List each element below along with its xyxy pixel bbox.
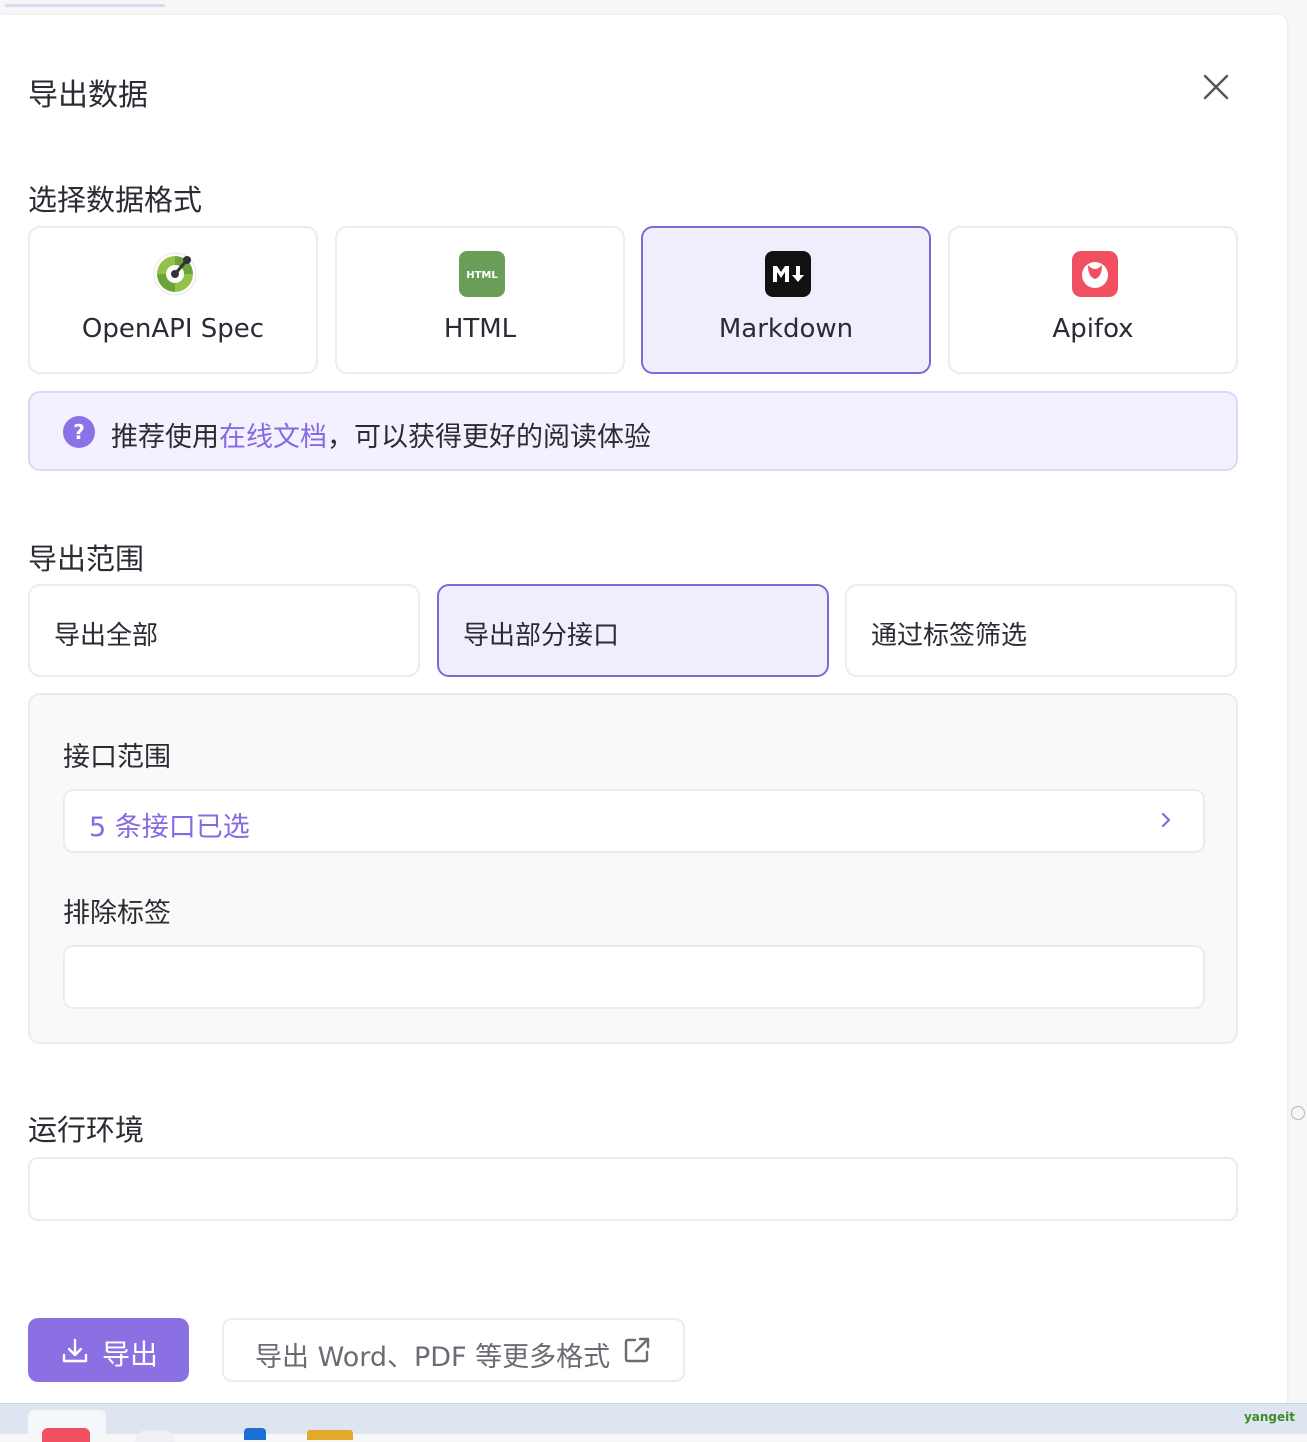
format-section-label: 选择数据格式 — [28, 183, 203, 217]
tip-suffix: ，可以获得更好的阅读体验 — [327, 422, 651, 453]
env-select[interactable] — [28, 1157, 1238, 1221]
export-button-label: 导出 — [102, 1338, 159, 1371]
format-option-label: OpenAPI Spec — [81, 314, 265, 344]
range-option-all[interactable]: 导出全部 — [28, 584, 420, 677]
interface-range-label: 接口范围 — [63, 742, 171, 773]
tip-text: 推荐使用在线文档，可以获得更好的阅读体验 — [111, 415, 651, 454]
top-progress-line — [5, 4, 165, 7]
browser-taskbar-icon — [135, 1430, 175, 1442]
range-option-partial[interactable]: 导出部分接口 — [437, 584, 829, 677]
svg-text:HTML: HTML — [466, 270, 498, 281]
folder-taskbar-icon — [307, 1430, 353, 1440]
format-option-label: HTML — [443, 314, 517, 344]
interface-range-value: 5 条接口已选 — [89, 812, 250, 843]
openapi-icon — [153, 252, 197, 296]
html-icon: HTML — [459, 251, 505, 297]
exclude-tags-input[interactable] — [63, 945, 1205, 1009]
export-more-formats-button[interactable]: 导出 Word、PDF 等更多格式 — [222, 1318, 685, 1382]
format-option-apifox[interactable]: Apifox — [948, 226, 1238, 374]
range-option-label: 导出部分接口 — [463, 621, 620, 651]
apifox-taskbar-icon — [42, 1428, 90, 1442]
taskbar-brand: yangeit — [1243, 1410, 1295, 1424]
taskbar: yangeit — [0, 1403, 1307, 1442]
range-option-label: 通过标签筛选 — [871, 621, 1028, 651]
circle-icon[interactable] — [1291, 1106, 1305, 1120]
close-icon[interactable] — [1199, 70, 1233, 104]
format-option-openapi[interactable]: OpenAPI Spec — [28, 226, 318, 374]
download-icon — [62, 1338, 88, 1363]
more-formats-label: 导出 Word、PDF 等更多格式 — [255, 1342, 611, 1373]
env-section-label: 运行环境 — [28, 1113, 145, 1147]
markdown-icon — [765, 251, 811, 297]
format-option-label: Apifox — [1052, 314, 1134, 344]
dialog-title: 导出数据 — [28, 78, 148, 113]
partial-export-options: 接口范围 5 条接口已选 排除标签 — [28, 693, 1238, 1044]
interface-range-selector[interactable]: 5 条接口已选 — [63, 789, 1205, 853]
format-option-label: Markdown — [718, 314, 854, 344]
range-option-label: 导出全部 — [54, 621, 159, 651]
exclude-tags-label: 排除标签 — [63, 898, 171, 929]
tip-prefix: 推荐使用 — [111, 422, 219, 453]
online-docs-link[interactable]: 在线文档 — [219, 422, 327, 453]
external-link-icon — [624, 1337, 650, 1363]
export-button[interactable]: 导出 — [28, 1318, 189, 1382]
recommendation-tip: ? 推荐使用在线文档，可以获得更好的阅读体验 — [28, 391, 1238, 471]
editor-taskbar-icon — [244, 1428, 266, 1440]
format-option-markdown[interactable]: Markdown — [641, 226, 931, 374]
chevron-right-icon — [1162, 813, 1170, 827]
apifox-icon — [1072, 251, 1118, 297]
right-rail — [1289, 15, 1307, 1403]
question-icon: ? — [63, 416, 95, 448]
format-option-html[interactable]: HTML HTML — [335, 226, 625, 374]
range-section-label: 导出范围 — [28, 542, 145, 576]
range-option-by-tag[interactable]: 通过标签筛选 — [845, 584, 1237, 677]
